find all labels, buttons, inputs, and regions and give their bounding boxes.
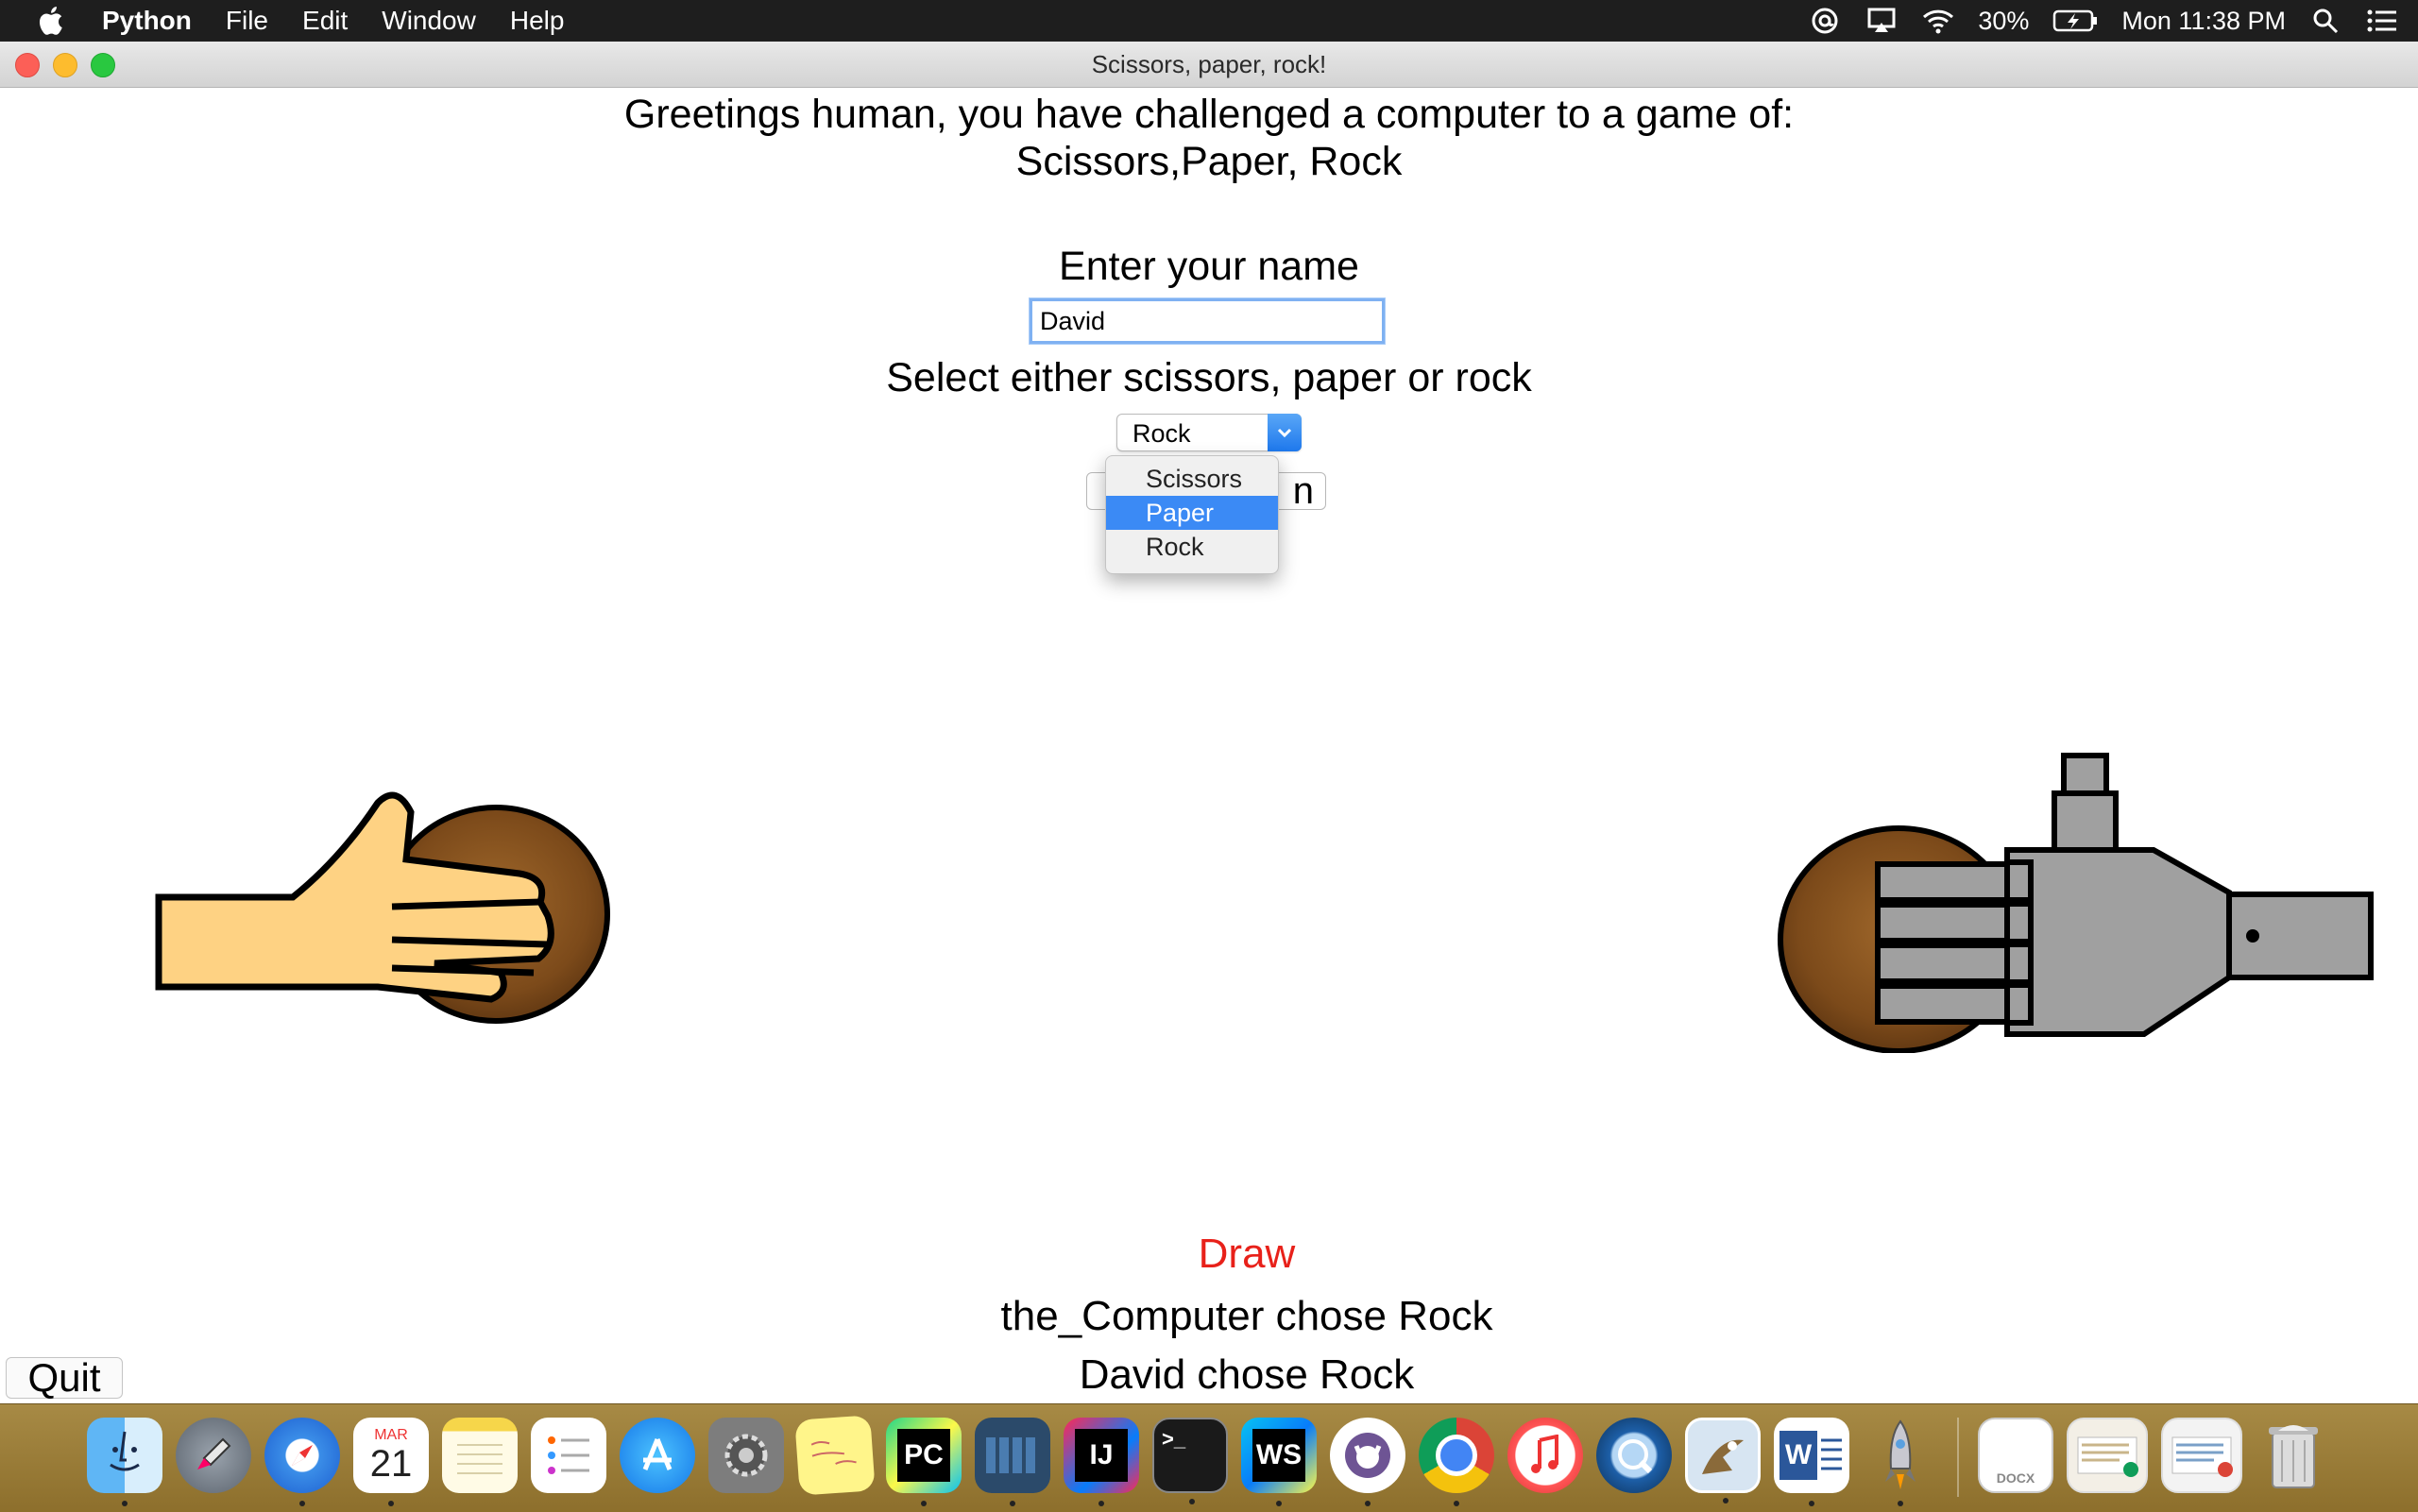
word-icon[interactable]: W (1774, 1418, 1849, 1506)
docx-document-icon[interactable]: DOCX (1978, 1418, 2053, 1493)
finder-icon[interactable] (87, 1418, 162, 1506)
greeting-line-1: Greetings human, you have challenged a c… (623, 92, 1795, 137)
app-store-icon[interactable] (620, 1418, 695, 1493)
system-preferences-icon[interactable] (708, 1418, 784, 1493)
menu-help[interactable]: Help (510, 0, 565, 42)
chevron-down-icon[interactable] (1268, 414, 1302, 451)
window-title-bar: Scissors, paper, rock! (0, 42, 2418, 88)
calendar-day: 21 (369, 1443, 413, 1485)
downloads-stack-icon[interactable] (2067, 1418, 2148, 1493)
window-title: Scissors, paper, rock! (1091, 50, 1327, 78)
option-paper[interactable]: Paper (1106, 496, 1278, 530)
word-label: W (1779, 1431, 1817, 1480)
greeting-line-2: Scissors,Paper, Rock (1015, 139, 1403, 184)
stickies-icon[interactable] (794, 1415, 876, 1496)
human-hand-rock-image (155, 791, 610, 1024)
menu-edit[interactable]: Edit (302, 0, 348, 42)
terminal-label: >_ (1162, 1427, 1186, 1451)
intellij-label: IJ (1075, 1429, 1128, 1482)
play-button-label: n (1292, 470, 1314, 512)
dock-separator (1957, 1418, 1959, 1497)
choice-select[interactable]: Rock (1116, 414, 1302, 451)
rocket-icon[interactable] (1863, 1418, 1938, 1506)
calendar-month: MAR (374, 1427, 408, 1443)
option-rock[interactable]: Rock (1106, 530, 1278, 564)
computer-choice-text: the_Computer chose Rock (1000, 1293, 1493, 1339)
launchpad-icon[interactable] (176, 1418, 251, 1493)
clock[interactable]: Mon 11:38 PM (2121, 0, 2286, 42)
result-text: Draw (1198, 1231, 1296, 1277)
docx-label: DOCX (1996, 1470, 2035, 1486)
pycharm-label: PC (897, 1429, 950, 1482)
option-scissors[interactable]: Scissors (1106, 462, 1278, 496)
apple-icon[interactable] (36, 2, 68, 40)
app-menu: Python File Edit Window Help (102, 0, 564, 42)
name-label: Enter your name (1059, 244, 1359, 289)
computer-robot-hand-rock-image (1778, 753, 2374, 1053)
calendar-icon[interactable]: MAR 21 (353, 1418, 429, 1506)
webstorm-icon[interactable]: WS (1241, 1418, 1317, 1506)
safari-icon[interactable] (264, 1418, 340, 1506)
itunes-icon[interactable] (1507, 1418, 1583, 1493)
documents-stack-icon[interactable] (2161, 1418, 2242, 1493)
terminal-icon[interactable]: >_ (1152, 1418, 1228, 1504)
battery-percent: 30% (1978, 7, 2030, 35)
trash-icon[interactable] (2256, 1418, 2331, 1493)
at-sign-icon[interactable] (1808, 6, 1842, 36)
choice-dropdown-menu: Scissors Paper Rock (1105, 455, 1279, 574)
greeting-text: Greetings human, you have challenged a c… (0, 91, 2418, 185)
menu-app-python[interactable]: Python (102, 0, 192, 42)
dock: MAR 21 PC IJ >_ WS W DOCX (0, 1403, 2418, 1512)
menu-file[interactable]: File (226, 0, 268, 42)
webstorm-label: WS (1252, 1429, 1305, 1482)
airplay-icon[interactable] (1865, 6, 1899, 36)
battery-icon[interactable] (2052, 6, 2099, 36)
name-input[interactable] (1030, 298, 1385, 344)
notes-icon[interactable] (442, 1418, 518, 1493)
notification-center-icon[interactable] (2365, 6, 2399, 36)
quit-button[interactable]: Quit (6, 1357, 123, 1399)
flashcard-icon[interactable] (975, 1418, 1050, 1506)
pycharm-icon[interactable]: PC (886, 1418, 962, 1506)
reminders-icon[interactable] (531, 1418, 606, 1493)
menu-bar: Python File Edit Window Help 30% Mon 11:… (0, 0, 2418, 42)
preview-icon[interactable] (1685, 1418, 1761, 1504)
intellij-icon[interactable]: IJ (1064, 1418, 1139, 1506)
search-icon[interactable] (2308, 6, 2342, 36)
chrome-icon[interactable] (1419, 1418, 1494, 1506)
quicktime-icon[interactable] (1596, 1418, 1672, 1493)
user-choice-text: David chose Rock (1079, 1351, 1415, 1398)
github-icon[interactable] (1330, 1418, 1405, 1506)
status-area: 30% Mon 11:38 PM (1808, 0, 2399, 42)
wifi-icon[interactable] (1921, 6, 1955, 36)
choice-select-value: Rock (1132, 419, 1191, 448)
menu-window[interactable]: Window (382, 0, 476, 42)
choice-label: Select either scissors, paper or rock (886, 355, 1532, 400)
